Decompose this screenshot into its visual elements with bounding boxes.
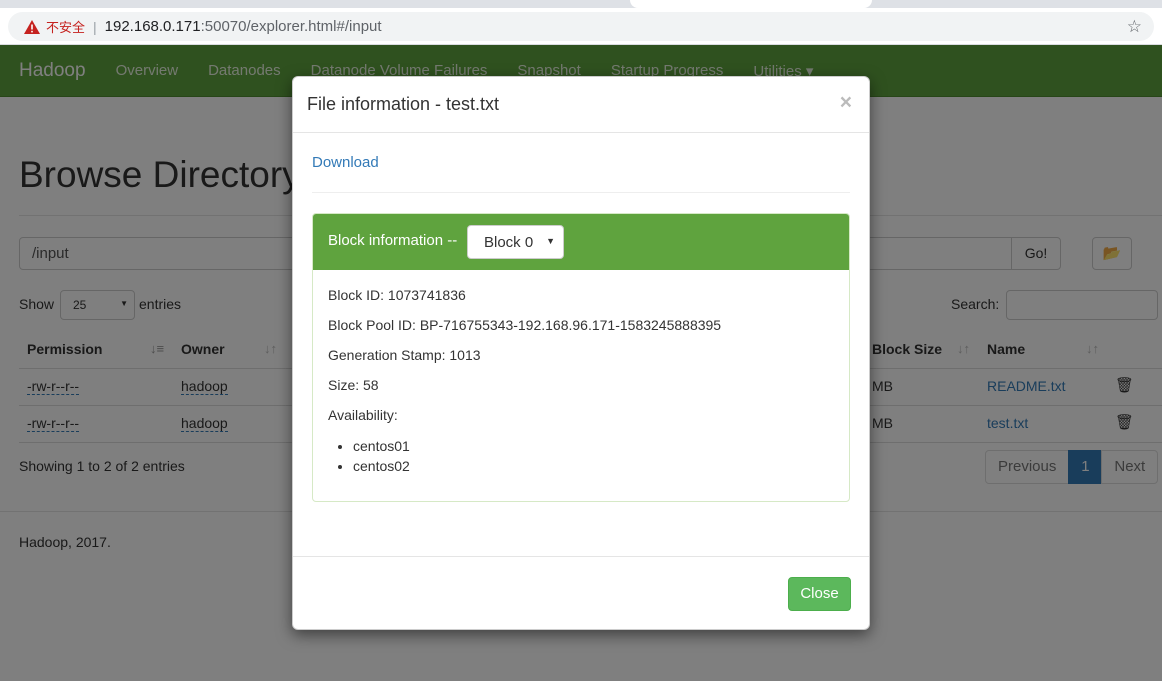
- list-item: centos02: [353, 456, 410, 476]
- modal-footer-divider: [293, 556, 869, 557]
- block-information-label: Block information --: [328, 232, 458, 249]
- block-information-panel: Block information -- Block 0 ▼ Block ID: …: [312, 213, 850, 502]
- chevron-down-icon: ▼: [546, 236, 555, 246]
- separator: |: [93, 18, 97, 35]
- block-id: Block ID: 1073741836: [328, 287, 466, 303]
- panel-heading: Block information -- Block 0 ▼: [313, 214, 849, 270]
- insecure-label: 不安全: [46, 20, 86, 35]
- active-tab[interactable]: [630, 0, 872, 8]
- bookmark-star-icon[interactable]: ☆: [1127, 17, 1142, 37]
- url-host: 192.168.0.171: [104, 18, 201, 35]
- block-select-value: Block 0: [484, 234, 534, 251]
- block-select[interactable]: Block 0 ▼: [467, 225, 564, 259]
- list-item: centos01: [353, 436, 410, 456]
- block-pool-id: Block Pool ID: BP-716755343-192.168.96.1…: [328, 317, 722, 333]
- availability-list: centos01 centos02: [353, 436, 410, 476]
- availability-label: Availability:: [328, 407, 398, 423]
- block-size: Size: 58: [328, 377, 379, 393]
- browser-tabstrip: [0, 0, 1162, 8]
- modal-title: File information - test.txt: [307, 94, 500, 114]
- close-button[interactable]: Close: [788, 577, 851, 611]
- download-link[interactable]: Download: [312, 154, 379, 171]
- address-bar: 不安全 | 192.168.0.171 :50070/explorer.html…: [0, 8, 1162, 45]
- warning-icon: [24, 19, 40, 34]
- url-path: :50070/explorer.html#/input: [200, 18, 382, 35]
- file-information-modal: File information - test.txt × Download B…: [292, 76, 870, 630]
- generation-stamp: Generation Stamp: 1013: [328, 347, 481, 363]
- omnibox[interactable]: 不安全 | 192.168.0.171 :50070/explorer.html…: [8, 12, 1154, 41]
- modal-header-divider: [293, 132, 869, 133]
- close-icon[interactable]: ×: [840, 91, 852, 115]
- divider: [312, 192, 850, 193]
